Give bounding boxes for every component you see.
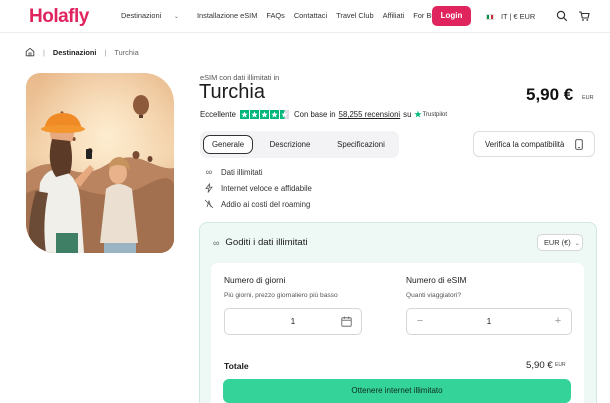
get-unlimited-internet-button[interactable]: Ottenere internet illimitato <box>223 379 571 403</box>
esim-label: Numero di eSIM <box>406 275 467 285</box>
product-title: Turchia <box>199 81 265 103</box>
tab-specificazioni[interactable]: Specificazioni <box>327 135 395 154</box>
nav-label: Destinazioni <box>121 11 162 20</box>
nav-affiliati[interactable]: Affiliati <box>383 11 405 20</box>
star-icon <box>279 110 289 119</box>
total-value: 5,90 € <box>526 360 553 371</box>
cart-icon[interactable] <box>578 10 590 22</box>
infinity-icon: ∞ <box>213 237 220 248</box>
no-roaming-icon <box>204 199 214 209</box>
home-icon[interactable] <box>25 47 35 57</box>
nav-faqs[interactable]: FAQs <box>266 11 284 20</box>
feature-no-roaming: Addio ai costi del roaming <box>204 199 310 209</box>
reviews-suffix: su <box>403 110 412 119</box>
days-hint: Più giorni, prezzo giornaliero più basso <box>224 292 338 299</box>
locale-selector[interactable]: IT | € EUR <box>486 12 535 21</box>
total-label: Totale <box>224 361 249 371</box>
breadcrumb-destinazioni[interactable]: Destinazioni <box>53 48 97 57</box>
star-icon <box>249 110 259 119</box>
esim-hint: Quanti viaggiatori? <box>406 292 461 299</box>
feature-unlimited-data: ∞ Dati illimitati <box>204 167 263 177</box>
product-photo <box>26 73 174 253</box>
currency-select-label: EUR (€) <box>544 238 571 247</box>
rating-row: Eccellente Con base in 58,255 recensioni… <box>200 110 447 119</box>
login-button[interactable]: Login <box>432 6 471 26</box>
feature-fast-internet: Internet veloce e affidabile <box>204 183 312 193</box>
chevron-down-icon: ⌄ <box>172 14 179 20</box>
nav-installazione[interactable]: Installazione eSIM <box>197 11 257 20</box>
reviews-link[interactable]: 58,255 recensioni <box>339 110 401 119</box>
breadcrumb-separator: | <box>43 47 45 57</box>
product-tabs: Generale Descrizione Specificazioni <box>200 131 399 158</box>
breadcrumb-separator: | <box>104 47 107 57</box>
tab-descrizione[interactable]: Descrizione <box>261 135 319 154</box>
tab-generale[interactable]: Generale <box>203 135 253 154</box>
reviews-prefix: Con base in <box>293 110 336 119</box>
rating-label: Eccellente <box>200 110 236 119</box>
cappadocia-balloons-image <box>26 73 174 253</box>
check-compatibility-button[interactable]: Verifica la compatibilità <box>473 131 595 157</box>
product-price: 5,90 € <box>526 85 574 104</box>
main-nav: Destinazioni ⌄ Installazione eSIM FAQs C… <box>121 11 465 20</box>
increment-button[interactable]: + <box>545 309 571 334</box>
card-title-text: Goditi i dati illimitati <box>225 237 308 248</box>
days-label: Numero di giorni <box>224 275 286 285</box>
trustpilot-logo[interactable]: ★ Trustpilot <box>414 110 447 119</box>
locale-label: IT | € EUR <box>501 12 536 21</box>
purchase-card: ∞ Goditi i dati illimitati EUR (€) ⌄ Num… <box>199 222 597 403</box>
card-title: ∞ Goditi i dati illimitati <box>213 237 308 248</box>
breadcrumb-current: Turchia <box>114 47 139 57</box>
infinity-icon: ∞ <box>205 167 213 177</box>
star-icon <box>239 110 249 119</box>
calendar-icon[interactable] <box>341 316 352 327</box>
search-icon[interactable] <box>556 10 568 22</box>
star-icon <box>259 110 269 119</box>
feature-label: Dati illimitati <box>221 167 263 177</box>
trustpilot-label: Trustpilot <box>422 111 448 118</box>
star-icon <box>269 110 279 119</box>
currency-select[interactable]: EUR (€) ⌄ <box>537 234 583 251</box>
holafly-logo[interactable]: Holafly <box>29 6 89 28</box>
feature-label: Addio ai costi del roaming <box>221 199 311 209</box>
total-currency: EUR <box>555 362 566 368</box>
nav-contattaci[interactable]: Contattaci <box>294 11 327 20</box>
rating-stars <box>239 110 290 119</box>
esim-stepper[interactable]: − 1 + <box>406 308 572 335</box>
feature-label: Internet veloce e affidabile <box>221 183 312 193</box>
days-input[interactable]: 1 <box>224 308 362 335</box>
top-header: Holafly Destinazioni ⌄ Installazione eSI… <box>0 0 610 33</box>
compat-label: Verifica la compatibilità <box>485 139 565 149</box>
trustpilot-star-icon: ★ <box>414 110 422 119</box>
nav-destinazioni[interactable]: Destinazioni ⌄ <box>121 11 188 20</box>
lightning-icon <box>204 183 214 193</box>
italy-flag-icon <box>486 13 494 20</box>
price-currency: EUR <box>582 95 594 101</box>
breadcrumb: | Destinazioni | Turchia <box>25 47 139 57</box>
nav-travel-club[interactable]: Travel Club <box>336 11 374 20</box>
phone-icon <box>575 139 583 150</box>
chevron-down-icon: ⌄ <box>574 241 580 247</box>
